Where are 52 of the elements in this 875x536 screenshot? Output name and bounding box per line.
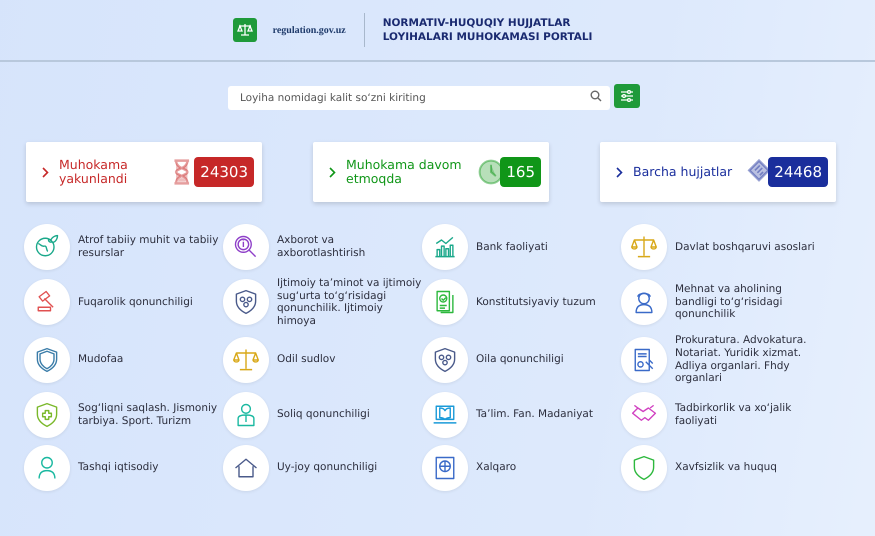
site-name[interactable]: regulation.gov.uz — [272, 22, 346, 38]
category-icon[interactable] — [422, 444, 468, 491]
stat-card[interactable]: Muhokama davom etmoqda 165 — [313, 142, 549, 202]
category-icon[interactable] — [24, 224, 70, 270]
portal-title-line: LOYIHALARI MUHOKAMASI PORTALI — [382, 30, 592, 44]
logo-icon[interactable] — [232, 18, 257, 42]
category-link[interactable]: Xavfsizlik va huquq — [675, 461, 820, 474]
portal-title-line: NORMATIV-HUQUQIY HUJJATLAR — [382, 16, 572, 30]
category-link[interactable]: Odil sudlov — [277, 353, 422, 366]
category-link[interactable]: Davlat boshqaruvi asoslari — [675, 240, 820, 254]
chevron-icon — [616, 166, 623, 178]
count-badge: 165 — [500, 156, 541, 188]
category-icon[interactable] — [621, 336, 667, 383]
category-link[interactable]: Bank faoliyati — [476, 240, 621, 254]
category-link[interactable]: Axborot va axborotlashtirish — [277, 234, 422, 260]
category-icon[interactable] — [422, 336, 468, 383]
stat-label: Muhokama davom etmoqda — [346, 158, 463, 186]
category-icon[interactable] — [422, 224, 468, 270]
category-icon[interactable] — [223, 224, 269, 270]
category-icon[interactable] — [422, 392, 468, 438]
category-icon[interactable] — [223, 444, 269, 491]
category-link[interactable]: Sog‘liqni saqlash. Jismoniy tarbiya. Sport. Turizm — [78, 402, 223, 428]
category-link[interactable]: Uy-joy qonunchiligi — [277, 461, 422, 474]
category-link[interactable]: Konstitutsiyaviy tuzum — [476, 296, 621, 308]
category-link[interactable]: Oila qonunchiligi — [476, 353, 621, 366]
category-icon[interactable] — [223, 279, 269, 326]
category-link[interactable]: Prokuratura. Advokatura. Notariat. Yuridik xizmat. Adliya organlari. Fhdy organlari — [675, 334, 820, 385]
search-field[interactable]: Loyiha nomidagi kalit so‘zni kiriting — [228, 86, 610, 110]
chevron-icon — [42, 166, 49, 178]
filter-button[interactable] — [614, 84, 640, 108]
search-icon[interactable] — [590, 90, 602, 102]
category-icon[interactable] — [24, 336, 70, 383]
category-icon[interactable] — [24, 279, 70, 326]
category-icon[interactable] — [621, 392, 667, 438]
category-link[interactable]: Ijtimoiy ta’minot va ijtimoiy sug‘urta to‘g‘risidagi qonunchilik. Ijtimoiy himoya — [277, 277, 422, 328]
category-link[interactable]: Mudofaa — [78, 353, 223, 366]
count-badge: 24303 — [194, 156, 254, 188]
sliders-icon — [620, 90, 634, 102]
category-link[interactable]: Tadbirkorlik va xo‘jalik faoliyati — [675, 402, 820, 428]
category-link[interactable]: Xalqaro — [476, 461, 621, 474]
category-link[interactable]: Fuqarolik qonunchiligi — [78, 296, 223, 308]
category-link[interactable]: Mehnat va aholining bandligi to‘g‘risidagi qonunchilik — [675, 283, 820, 322]
stat-card[interactable]: Muhokama yakunlandi 24303 — [26, 142, 262, 202]
stat-label: Barcha hujjatlar — [633, 164, 734, 180]
category-link[interactable]: Atrof tabiiy muhit va tabiiy resurslar — [78, 234, 223, 260]
category-link[interactable]: Soliq qonunchiligi — [277, 408, 422, 422]
category-icon[interactable] — [621, 279, 667, 326]
category-link[interactable]: Tashqi iqtisodiy — [78, 461, 223, 474]
stat-card[interactable]: Barcha hujjatlar 24468 — [600, 142, 836, 202]
category-link[interactable]: Ta’lim. Fan. Madaniyat — [476, 408, 621, 422]
stat-label: Muhokama yakunlandi — [59, 158, 129, 186]
chevron-icon — [329, 166, 336, 178]
